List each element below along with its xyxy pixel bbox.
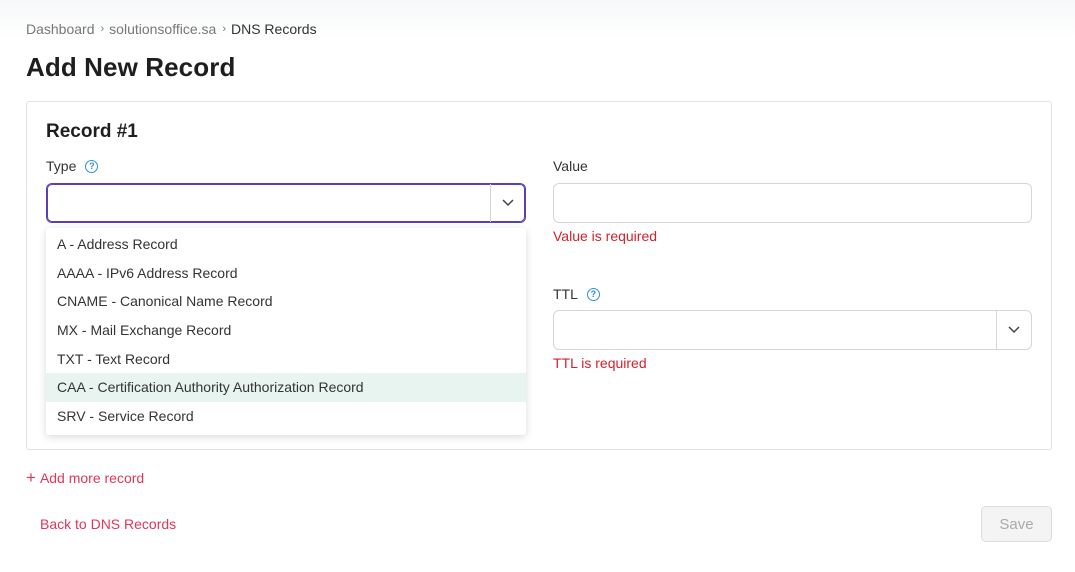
type-option-mx[interactable]: MX - Mail Exchange Record — [46, 316, 526, 345]
type-option-cname[interactable]: CNAME - Canonical Name Record — [46, 287, 526, 316]
breadcrumb: Dashboard › solutionsoffice.sa › DNS Rec… — [26, 21, 317, 37]
save-button[interactable]: Save — [981, 506, 1052, 542]
help-icon[interactable]: ? — [85, 159, 99, 173]
type-label: Type ? — [46, 158, 99, 174]
breadcrumb-dns-records[interactable]: DNS Records — [231, 21, 317, 37]
chevron-right-icon: › — [100, 23, 105, 35]
chevron-right-icon: › — [222, 23, 226, 35]
ttl-label: TTL ? — [553, 286, 600, 302]
type-dropdown-menu: A - Address Record AAAA - IPv6 Address R… — [46, 228, 526, 435]
add-more-record-link[interactable]: + Add more record — [26, 468, 145, 487]
type-select[interactable] — [46, 183, 526, 223]
value-input[interactable] — [553, 183, 1032, 223]
record-title: Record #1 — [46, 121, 138, 142]
type-option-caa[interactable]: CAA - Certification Authority Authorizat… — [46, 373, 526, 403]
ttl-error: TTL is required — [553, 355, 647, 371]
value-error: Value is required — [553, 228, 658, 244]
add-more-record-label: Add more record — [39, 470, 145, 486]
value-label-text: Value — [553, 158, 588, 174]
plus-icon: + — [26, 468, 36, 487]
ttl-label-text: TTL — [553, 286, 578, 302]
breadcrumb-domain[interactable]: solutionsoffice.sa — [109, 21, 216, 37]
type-option-a[interactable]: A - Address Record — [46, 230, 526, 259]
chevron-down-icon[interactable] — [996, 311, 1031, 349]
page-title: Add New Record — [26, 52, 236, 82]
help-icon[interactable]: ? — [586, 287, 600, 301]
breadcrumb-dashboard[interactable]: Dashboard — [26, 21, 95, 37]
type-option-txt[interactable]: TXT - Text Record — [46, 345, 526, 374]
value-label: Value — [553, 158, 588, 174]
type-label-text: Type — [46, 158, 77, 174]
back-to-dns-records-link[interactable]: Back to DNS Records — [40, 516, 176, 532]
ttl-select[interactable] — [553, 310, 1032, 350]
type-option-srv[interactable]: SRV - Service Record — [46, 402, 526, 431]
type-option-aaaa[interactable]: AAAA - IPv6 Address Record — [46, 259, 526, 288]
chevron-down-icon[interactable] — [490, 184, 525, 222]
